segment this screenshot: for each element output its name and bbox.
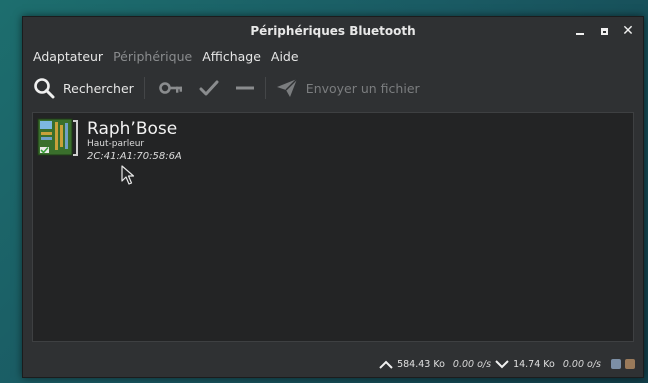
title-bar[interactable]: Périphériques Bluetooth ✕ <box>23 17 643 45</box>
send-file-button[interactable]: Envoyer un fichier <box>276 78 420 98</box>
menu-adaptateur[interactable]: Adaptateur <box>33 49 103 64</box>
maximize-icon <box>600 27 608 35</box>
menu-affichage[interactable]: Affichage <box>202 49 261 64</box>
remove-button[interactable] <box>235 81 255 95</box>
search-label: Rechercher <box>63 80 134 96</box>
device-name: Raph’Bose <box>87 119 178 139</box>
download-total: 14.74 Ko <box>513 358 555 370</box>
toolbar-separator <box>143 77 145 99</box>
upload-rate: 0.00 o/s <box>452 358 492 370</box>
speaker-device-icon <box>37 118 78 156</box>
window-controls: ✕ <box>573 17 635 45</box>
minus-icon <box>235 86 254 90</box>
minimize-icon <box>576 33 584 35</box>
toolbar: Rechercher Envoyer un fichier <box>23 67 643 109</box>
minimize-button[interactable] <box>573 24 587 38</box>
close-button[interactable]: ✕ <box>621 24 635 38</box>
window-title: Périphériques Bluetooth <box>250 24 416 38</box>
trust-button[interactable] <box>199 79 219 97</box>
mouse-cursor-icon <box>121 165 135 185</box>
menu-bar: Adaptateur Périphérique Affichage Aide <box>23 45 643 67</box>
upload-total: 584.43 Ko <box>397 358 445 370</box>
menu-peripherique[interactable]: Périphérique <box>113 49 192 64</box>
check-icon <box>199 80 219 96</box>
send-file-label: Envoyer un fichier <box>305 80 420 96</box>
download-rate: 0.00 o/s <box>562 358 601 370</box>
menu-aide[interactable]: Aide <box>271 49 299 64</box>
device-info: Raph’Bose Haut-parleur 2C:41:A1:70:58:6A <box>87 119 182 163</box>
device-type: Haut-parleur <box>87 139 145 149</box>
toolbar-separator <box>264 77 266 99</box>
send-icon <box>276 78 298 97</box>
device-mac-address: 2C:41:A1:70:58:6A <box>87 151 182 162</box>
adapter-status-icon[interactable] <box>625 359 635 369</box>
upload-icon <box>379 360 393 369</box>
key-icon <box>158 82 182 94</box>
close-icon: ✕ <box>622 23 634 39</box>
bluetooth-manager-window: Périphériques Bluetooth ✕ Adaptateur Pér… <box>22 16 644 378</box>
status-bar: 584.43 Ko 0.00 o/s 14.74 Ko 0.00 o/s <box>23 351 643 377</box>
search-icon <box>34 78 55 99</box>
device-row[interactable]: Raph’Bose Haut-parleur 2C:41:A1:70:58:6A <box>37 117 182 163</box>
download-icon <box>495 359 509 368</box>
bluetooth-status-icon[interactable] <box>611 359 621 369</box>
device-list[interactable]: Raph’Bose Haut-parleur 2C:41:A1:70:58:6A <box>32 112 634 342</box>
search-button[interactable]: Rechercher <box>33 77 134 99</box>
pair-button[interactable] <box>158 81 183 95</box>
maximize-button[interactable] <box>597 24 611 38</box>
